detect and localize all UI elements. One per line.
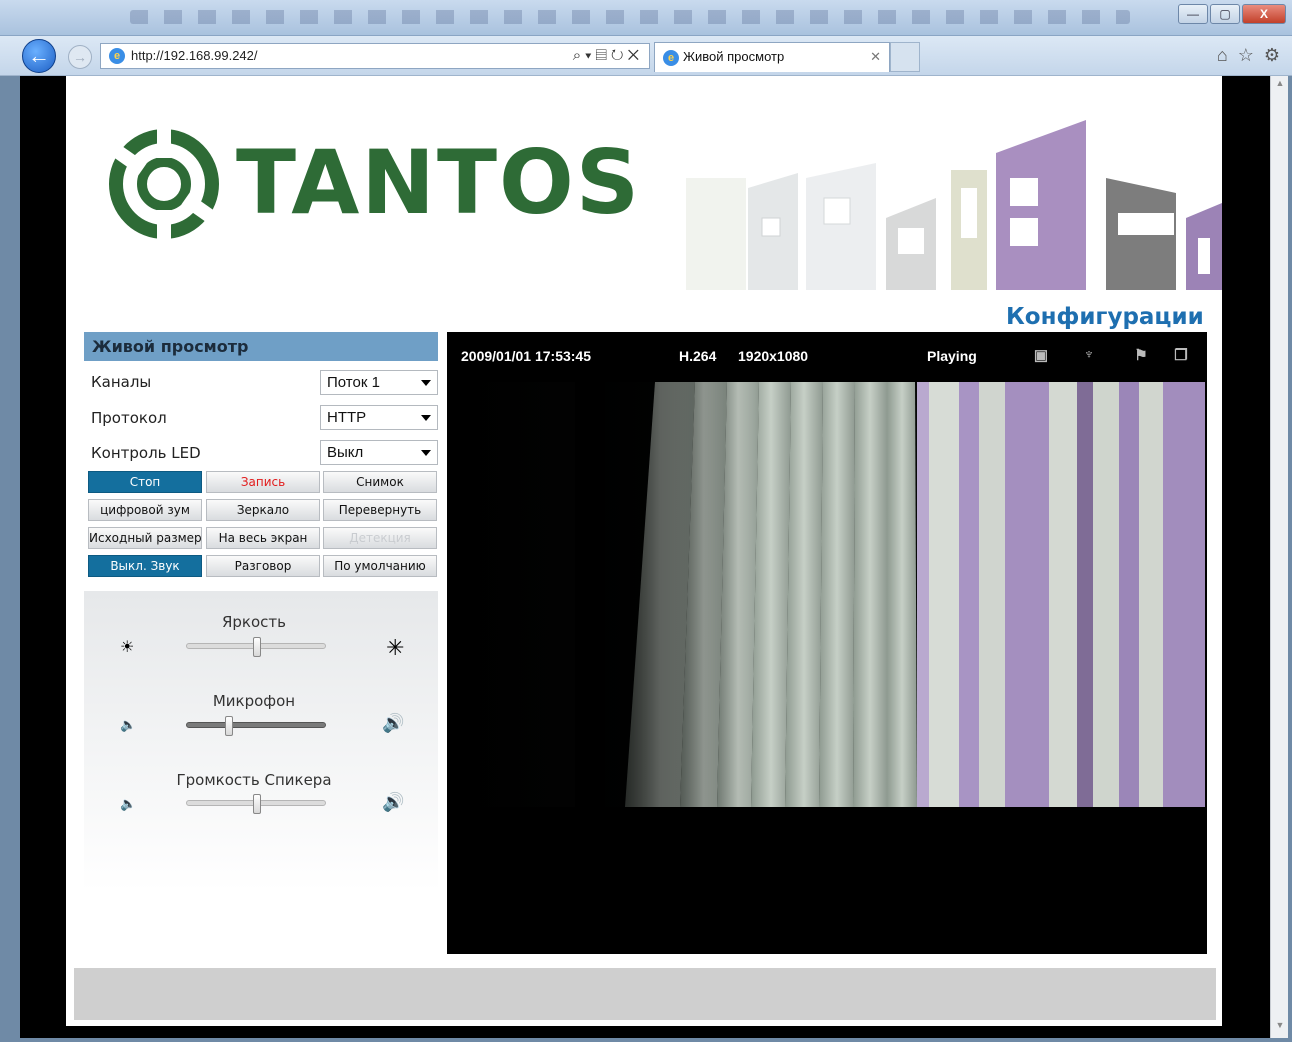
video-codec: H.264	[679, 348, 717, 364]
arrow-left-icon: ←	[28, 43, 50, 68]
page-footer	[74, 968, 1216, 1020]
channels-label: Каналы	[91, 373, 152, 391]
video-status-bar: 2009/01/01 17:53:45 H.264 1920x1080 Play…	[447, 332, 1207, 380]
address-bar[interactable]: e http://192.168.99.242/ ⌕▾▤↻✕	[100, 43, 650, 69]
scroll-up-icon[interactable]: ▲	[1271, 78, 1289, 94]
control-button-2[interactable]: Снимок	[323, 471, 437, 493]
sun-large-icon: ✳	[386, 635, 405, 660]
video-frame	[455, 382, 1205, 807]
led-label: Контроль LED	[91, 444, 201, 462]
search-icon[interactable]: ⌕	[573, 47, 585, 64]
video-resolution: 1920x1080	[738, 348, 809, 364]
window-titlebar: — ▢ X	[0, 0, 1292, 36]
address-tools[interactable]: ⌕▾▤↻✕	[573, 44, 643, 68]
channels-value: Поток 1	[327, 374, 380, 391]
brand-title: TANTOS	[236, 131, 642, 234]
brightness-slider[interactable]	[186, 637, 326, 657]
dropdown-icon[interactable]: ▾	[585, 47, 595, 64]
tab-title: Живой просмотр	[683, 49, 785, 64]
led-value: Выкл	[327, 444, 364, 461]
control-button-7[interactable]: На весь экран	[206, 527, 320, 549]
speaker-high-icon: 🔊	[382, 792, 405, 812]
minimize-button[interactable]: —	[1178, 4, 1208, 24]
flag-icon[interactable]: ⚑	[1131, 346, 1151, 366]
sliders-panel: Яркость ☀ ✳ Микрофон 🔈 🔊 Громкость Спике…	[84, 591, 438, 891]
tantos-logo-icon	[109, 128, 219, 240]
protocol-value: HTTP	[327, 409, 367, 426]
scroll-down-icon[interactable]: ▼	[1271, 1020, 1289, 1036]
protocol-label: Протокол	[91, 409, 167, 427]
speaker-volume-thumb[interactable]	[253, 794, 261, 814]
control-button-0[interactable]: Стоп	[88, 471, 202, 493]
speaker-low-icon: 🔈	[120, 717, 137, 732]
control-button-5[interactable]: Перевернуть	[323, 499, 437, 521]
web-page: TANTOS Конфигурации Живой просмотр Канал…	[66, 76, 1222, 1026]
video-status: Playing	[927, 348, 977, 364]
microphone-label: Микрофон	[212, 692, 296, 710]
channels-select[interactable]: Поток 1	[320, 370, 438, 395]
config-link[interactable]: Конфигурации	[1006, 304, 1204, 330]
ie-icon: e	[663, 50, 679, 66]
maximize-button[interactable]: ▢	[1210, 4, 1240, 24]
vertical-scrollbar[interactable]: ▲ ▼	[1270, 76, 1288, 1038]
speaker-low-icon: 🔈	[120, 796, 137, 811]
titlebar-blurred-area	[130, 10, 1130, 24]
control-button-3[interactable]: цифровой зум	[88, 499, 202, 521]
control-button-1[interactable]: Запись	[206, 471, 320, 493]
control-button-4[interactable]: Зеркало	[206, 499, 320, 521]
brightness-label: Яркость	[221, 613, 286, 631]
close-window-button[interactable]: X	[1242, 4, 1286, 24]
speaker-volume-label: Громкость Спикера	[176, 771, 332, 789]
refresh-icon[interactable]: ↻	[611, 47, 628, 64]
microphone-slider[interactable]	[186, 716, 326, 736]
protocol-select[interactable]: HTTP	[320, 405, 438, 430]
led-select[interactable]: Выкл	[320, 440, 438, 465]
brightness-thumb[interactable]	[253, 637, 261, 657]
video-player[interactable]: 2009/01/01 17:53:45 H.264 1920x1080 Play…	[447, 332, 1207, 954]
control-button-8[interactable]: Детекция	[323, 527, 437, 549]
speaker-high-icon: 🔊	[382, 713, 405, 733]
microphone-icon[interactable]: ♆	[1079, 346, 1099, 366]
home-icon[interactable]: ⌂	[1217, 45, 1228, 66]
video-datetime: 2009/01/01 17:53:45	[461, 348, 591, 364]
address-url: http://192.168.99.242/	[131, 48, 258, 63]
chevron-down-icon	[421, 380, 431, 386]
ie-icon: e	[109, 48, 125, 64]
skyline-illustration	[686, 120, 1222, 290]
control-button-11[interactable]: По умолчанию	[323, 555, 437, 577]
control-button-10[interactable]: Разговор	[206, 555, 320, 577]
microphone-thumb[interactable]	[225, 716, 233, 736]
chevron-down-icon	[421, 415, 431, 421]
camera-icon[interactable]: ▣	[1031, 346, 1051, 366]
forward-button[interactable]: →	[68, 45, 92, 69]
panel-title: Живой просмотр	[84, 332, 438, 361]
sun-small-icon: ☀	[120, 639, 135, 656]
compat-icon[interactable]: ▤	[595, 47, 610, 64]
new-tab-button[interactable]	[890, 42, 920, 72]
speaker-volume-slider[interactable]	[186, 794, 326, 814]
close-tab-icon[interactable]: ✕	[870, 43, 881, 71]
window-icon[interactable]: ❐	[1171, 346, 1191, 366]
arrow-right-icon: →	[73, 49, 87, 65]
control-button-6[interactable]: Исходный размер	[88, 527, 202, 549]
control-button-9[interactable]: Выкл. Звук	[88, 555, 202, 577]
stop-icon[interactable]: ✕	[628, 47, 643, 64]
browser-navbar: ← → e http://192.168.99.242/ ⌕▾▤↻✕ e Жив…	[0, 36, 1292, 76]
gear-icon[interactable]: ⚙	[1264, 45, 1280, 66]
back-button[interactable]: ←	[22, 39, 56, 73]
star-icon[interactable]: ☆	[1238, 45, 1254, 66]
browser-tab[interactable]: e Живой просмотр ✕	[654, 42, 890, 72]
chevron-down-icon	[421, 450, 431, 456]
